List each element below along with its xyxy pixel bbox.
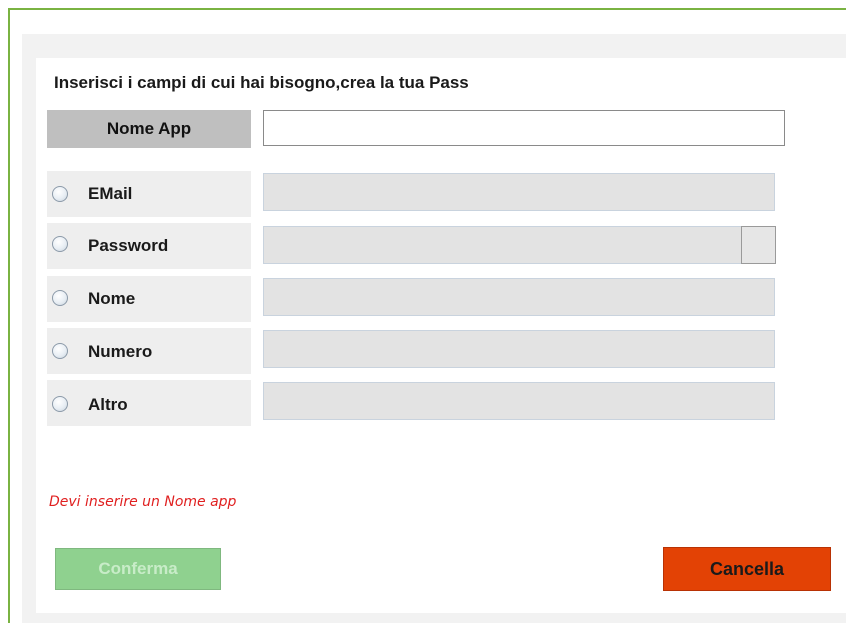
email-input[interactable] bbox=[263, 173, 775, 211]
field-label-altro: Altro bbox=[88, 395, 128, 414]
confirm-button[interactable]: Conferma bbox=[55, 548, 221, 590]
frame-border-top bbox=[8, 8, 846, 10]
password-input[interactable] bbox=[263, 226, 743, 264]
radio-altro[interactable] bbox=[52, 396, 68, 412]
field-row-nome bbox=[47, 276, 251, 322]
form-heading: Inserisci i campi di cui hai bisogno,cre… bbox=[54, 73, 469, 92]
error-message: Devi inserire un Nome app bbox=[49, 494, 237, 510]
app-name-input[interactable] bbox=[263, 110, 785, 146]
radio-password[interactable] bbox=[52, 236, 68, 252]
altro-input[interactable] bbox=[263, 382, 775, 420]
field-label-nome: Nome bbox=[88, 289, 136, 308]
field-row-altro bbox=[47, 380, 251, 426]
field-label-email: EMail bbox=[88, 184, 133, 203]
nome-input[interactable] bbox=[263, 278, 775, 316]
app-name-label: Nome App bbox=[47, 110, 251, 148]
radio-email[interactable] bbox=[52, 186, 68, 202]
radio-numero[interactable] bbox=[52, 343, 68, 359]
field-label-numero: Numero bbox=[88, 342, 153, 361]
cancel-button[interactable]: Cancella bbox=[663, 547, 831, 591]
numero-input[interactable] bbox=[263, 330, 775, 368]
field-label-password: Password bbox=[88, 236, 169, 255]
password-toggle-button[interactable] bbox=[741, 226, 776, 264]
frame-border-left bbox=[8, 8, 10, 623]
radio-nome[interactable] bbox=[52, 290, 68, 306]
field-row-email bbox=[47, 171, 251, 217]
